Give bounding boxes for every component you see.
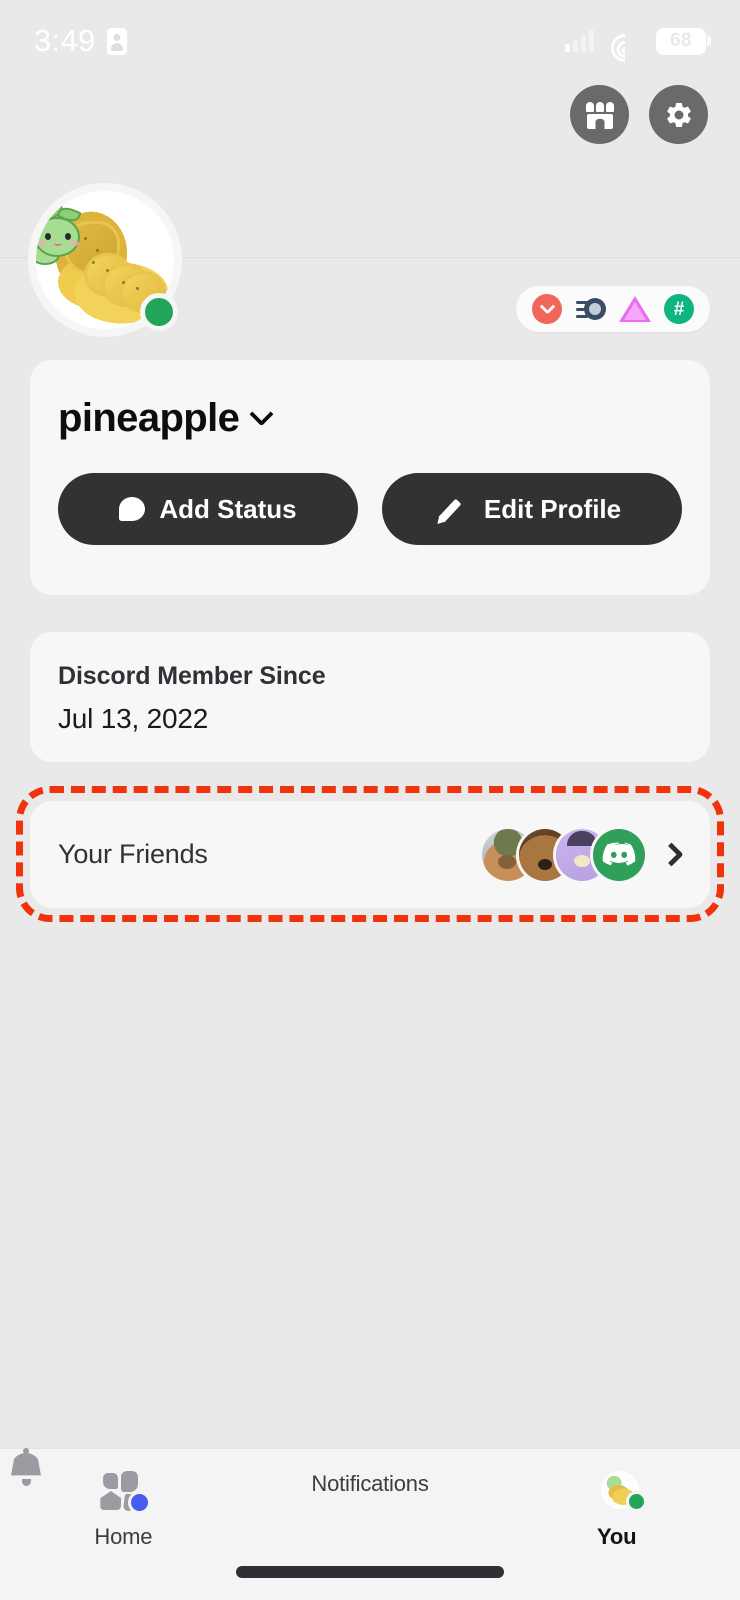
nav-notifications-label: Notifications [311,1471,429,1496]
active-developer-badge[interactable] [576,294,606,324]
gear-icon [666,102,691,127]
status-bar-right: 68 [565,27,706,68]
profile-badges: # [516,286,710,332]
wifi-icon [605,28,645,68]
triangle-icon [619,296,651,322]
cellular-signal-icon [565,30,594,52]
nav-home[interactable]: Home [0,1471,247,1550]
your-friends-row[interactable]: Your Friends [30,801,710,908]
nav-you[interactable]: You [493,1471,740,1550]
comet-icon [576,296,606,322]
member-since-card: Discord Member Since Jul 13, 2022 [30,632,710,762]
hash-circle-icon: # [664,294,694,324]
nav-home-label: Home [94,1524,153,1549]
profile-action-buttons: Add Status Edit Profile [30,441,710,545]
username: pineapple [58,396,240,440]
shop-icon [585,101,614,129]
bell-icon [11,1448,41,1486]
discord-profile-screen: 3:49 68 # pineapple Add Status Edit Prof… [0,0,740,1600]
discord-clyde-avatar [593,828,645,881]
chevron-down-circle-icon [532,294,562,324]
edit-profile-button[interactable]: Edit Profile [382,473,682,545]
status-bar: 3:49 68 [0,0,740,82]
member-since-label: Discord Member Since [58,662,326,690]
chevron-down-icon[interactable] [249,402,274,427]
quest-badge[interactable] [619,294,651,324]
servers-home-icon [97,1471,152,1514]
add-status-label: Add Status [159,493,297,524]
edit-profile-label: Edit Profile [483,493,622,524]
nitro-badge[interactable] [532,294,562,324]
settings-button[interactable] [649,85,708,144]
you-presence-indicator [625,1491,647,1512]
nav-you-label: You [597,1524,637,1549]
battery-indicator: 68 [656,27,706,55]
speech-bubble-icon [119,497,146,521]
status-time: 3:49 [34,23,96,58]
discord-logo-icon [602,842,636,865]
user-avatar-icon [591,1471,647,1513]
hash-badge[interactable]: # [664,294,694,324]
friends-preview [482,828,684,881]
chevron-right-icon[interactable] [659,842,684,867]
add-status-button[interactable]: Add Status [58,473,358,545]
home-notification-badge [128,1491,152,1514]
friend-avatar-stack [482,828,645,881]
header-actions [570,85,708,144]
shop-button[interactable] [570,85,629,144]
pencil-icon [438,496,470,523]
your-friends-label: Your Friends [58,839,208,869]
contact-card-icon [106,27,127,55]
green-creature-decoration [36,200,94,269]
profile-card: pineapple Add Status Edit Profile [30,360,710,595]
battery-level: 68 [670,30,692,51]
username-row[interactable]: pineapple [30,360,710,441]
nav-notifications[interactable]: Notifications [11,1448,494,1497]
member-since-date: Jul 13, 2022 [58,703,209,734]
status-bar-left: 3:49 [34,23,127,59]
home-indicator [236,1566,504,1578]
presence-online-indicator [140,293,178,331]
avatar[interactable] [28,183,182,337]
